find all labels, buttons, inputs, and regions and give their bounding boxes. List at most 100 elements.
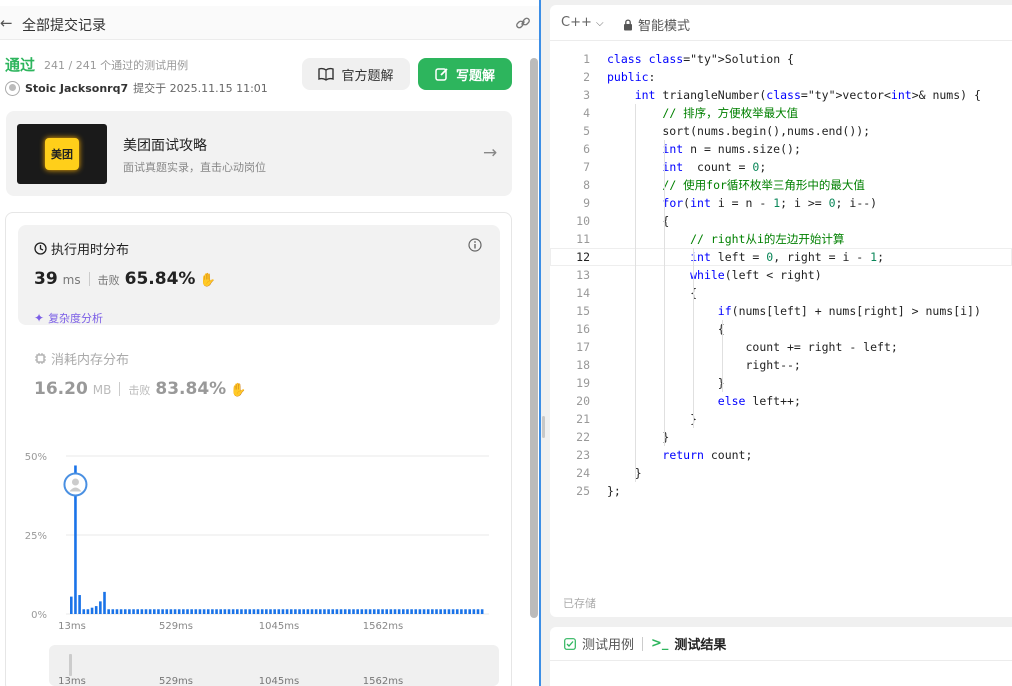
chart-bar[interactable]: [319, 609, 322, 614]
chart-bar[interactable]: [215, 609, 218, 614]
chart-bar[interactable]: [123, 609, 127, 614]
chart-bar[interactable]: [335, 609, 339, 614]
chart-bar[interactable]: [157, 609, 160, 614]
chart-bar[interactable]: [368, 609, 372, 614]
chart-bar[interactable]: [343, 609, 347, 614]
chart-bar[interactable]: [294, 609, 297, 614]
chart-bar[interactable]: [107, 609, 110, 614]
chart-bar[interactable]: [219, 609, 222, 614]
language-select[interactable]: C++ ⌵: [561, 15, 604, 30]
code-line[interactable]: 4 // 排序，方便枚举最大值: [550, 104, 1012, 122]
chart-bar[interactable]: [256, 609, 260, 614]
chart-bar[interactable]: [211, 609, 214, 614]
runtime-section[interactable]: 执行用时分布 39 ms 击败 65.84% ✋ ✦ 复杂度分析: [18, 225, 500, 325]
code-line[interactable]: 20 else left++;: [550, 392, 1012, 410]
chart-bar[interactable]: [82, 609, 86, 614]
chart-bar[interactable]: [269, 609, 272, 614]
chart-bar[interactable]: [460, 609, 463, 614]
complexity-analysis-link[interactable]: ✦ 复杂度分析: [34, 310, 103, 326]
chart-bar[interactable]: [86, 609, 90, 614]
chart-bar[interactable]: [360, 609, 364, 614]
chart-bar[interactable]: [443, 609, 447, 614]
chart-bar[interactable]: [169, 609, 173, 614]
chart-bar[interactable]: [397, 609, 401, 614]
chart-bar[interactable]: [161, 609, 164, 614]
chart-bar[interactable]: [115, 609, 119, 614]
promo-card[interactable]: 美团 美团面试攻略 面试真题实录，直击心动岗位 →: [6, 111, 512, 196]
code-line[interactable]: 21 }: [550, 410, 1012, 428]
panel-title[interactable]: 全部提交记录: [22, 15, 106, 35]
code-line[interactable]: 16 {: [550, 320, 1012, 338]
chart-bar[interactable]: [476, 609, 480, 614]
code-line[interactable]: 15 if(nums[left] + nums[right] > nums[i]…: [550, 302, 1012, 320]
username[interactable]: Stoic Jacksonrq7: [25, 82, 128, 95]
chart-bar[interactable]: [240, 609, 243, 614]
code-line[interactable]: 6 int n = nums.size();: [550, 140, 1012, 158]
code-line[interactable]: 10 {: [550, 212, 1012, 230]
avatar[interactable]: [5, 80, 20, 96]
chart-bar[interactable]: [236, 609, 239, 614]
code-line[interactable]: 17 count += right - left;: [550, 338, 1012, 356]
chart-bar[interactable]: [393, 609, 397, 614]
chart-bar[interactable]: [480, 609, 484, 614]
chart-bar[interactable]: [372, 609, 376, 614]
chart-bar[interactable]: [252, 609, 256, 614]
chart-bar[interactable]: [352, 609, 355, 614]
link-icon[interactable]: [514, 14, 532, 32]
chart-bar[interactable]: [248, 609, 252, 614]
chart-bar[interactable]: [385, 609, 388, 614]
chart-bar[interactable]: [447, 609, 451, 614]
chart-bar[interactable]: [298, 609, 301, 614]
chart-bar[interactable]: [78, 595, 81, 614]
chart-bar[interactable]: [111, 609, 115, 614]
chart-bar[interactable]: [472, 609, 476, 614]
code-line[interactable]: 14 {: [550, 284, 1012, 302]
chart-bar[interactable]: [381, 609, 384, 614]
chart-bar[interactable]: [99, 601, 102, 614]
chart-bar[interactable]: [356, 609, 359, 614]
chart-bar[interactable]: [144, 609, 148, 614]
chart-bar[interactable]: [182, 609, 185, 614]
chart-bar[interactable]: [414, 609, 418, 614]
chart-bar[interactable]: [94, 606, 98, 614]
chart-bar[interactable]: [198, 609, 202, 614]
code-line[interactable]: 11 // right从i的左边开始计算: [550, 230, 1012, 248]
official-solution-button[interactable]: 官方题解: [302, 58, 410, 90]
chart-bar[interactable]: [348, 609, 351, 614]
chart-bar[interactable]: [426, 609, 430, 614]
code-line[interactable]: 7 int count = 0;: [550, 158, 1012, 176]
chart-bar[interactable]: [281, 609, 285, 614]
chart-bar[interactable]: [464, 609, 467, 614]
code-line[interactable]: 24 }: [550, 464, 1012, 482]
code-line[interactable]: 19 }: [550, 374, 1012, 392]
chart-bar[interactable]: [435, 609, 438, 614]
chart-bar[interactable]: [327, 609, 330, 614]
chart-bar[interactable]: [422, 609, 426, 614]
chart-bar[interactable]: [227, 609, 231, 614]
chart-bar[interactable]: [289, 609, 293, 614]
chart-bar[interactable]: [206, 609, 210, 614]
chart-bar[interactable]: [194, 609, 198, 614]
chart-bar[interactable]: [302, 609, 305, 614]
code-line[interactable]: 2 public:: [550, 68, 1012, 86]
chart-bar[interactable]: [103, 591, 106, 614]
chart-bar[interactable]: [273, 609, 276, 614]
chart-bar[interactable]: [190, 609, 193, 614]
code-editor[interactable]: C++ ⌵ 智能模式 1 class class="ty">Solution {2…: [550, 5, 1012, 617]
chart-bar[interactable]: [223, 609, 227, 614]
tab-testresult[interactable]: >_ 测试结果: [651, 634, 726, 653]
chart-bar[interactable]: [90, 607, 94, 614]
chart-bar[interactable]: [306, 609, 310, 614]
chart-bar[interactable]: [364, 609, 368, 614]
chart-bar[interactable]: [285, 609, 289, 614]
chart-bar[interactable]: [418, 609, 422, 614]
chart-bar[interactable]: [431, 609, 434, 614]
tab-testcases[interactable]: 测试用例: [564, 634, 634, 653]
code-line[interactable]: 1 class class="ty">Solution {: [550, 50, 1012, 68]
chart-bar[interactable]: [389, 609, 393, 614]
chart-bar[interactable]: [153, 609, 156, 614]
code-line[interactable]: 13 while(left < right): [550, 266, 1012, 284]
chart-bar[interactable]: [148, 609, 152, 614]
chart-bar[interactable]: [468, 609, 471, 614]
memory-section[interactable]: 消耗内存分布 16.20 MB 击败 83.84% ✋: [34, 349, 246, 399]
